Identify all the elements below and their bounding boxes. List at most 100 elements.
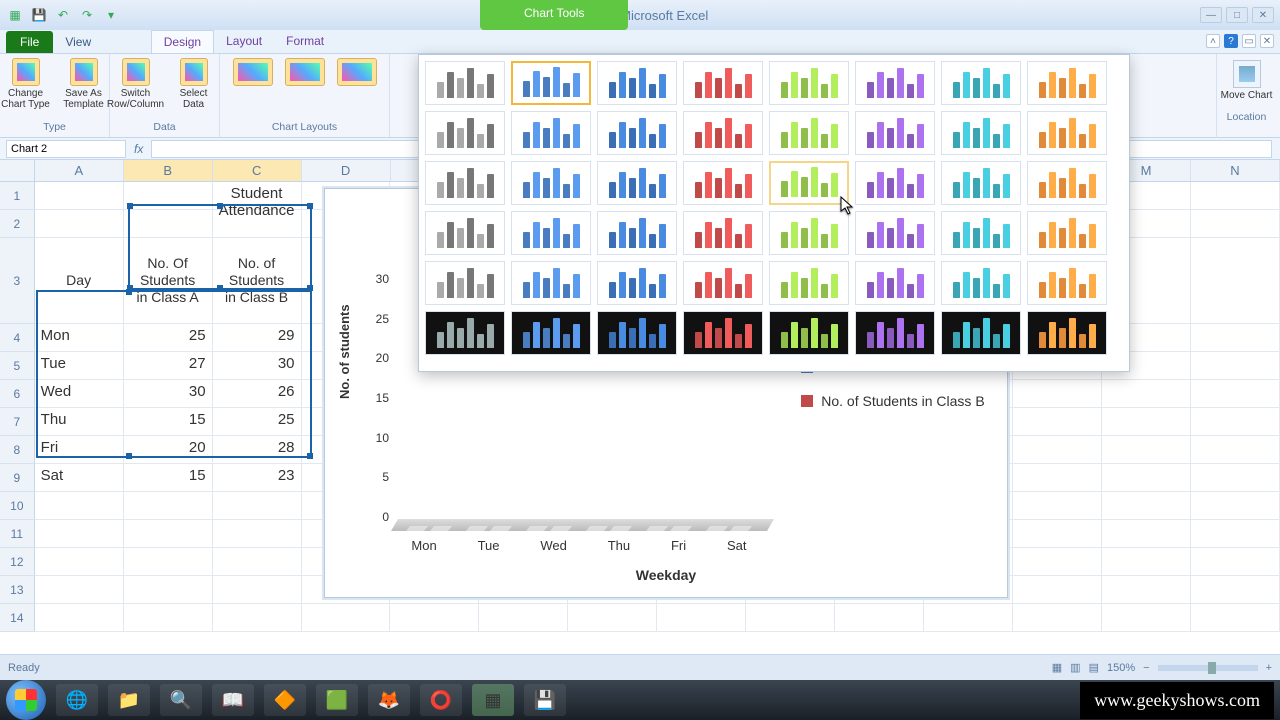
window-restore-icon[interactable]: ▭ bbox=[1242, 34, 1256, 48]
change-chart-type-button[interactable]: Change Chart Type bbox=[1, 58, 51, 110]
chart-style-thumb[interactable] bbox=[683, 161, 763, 205]
cell[interactable] bbox=[35, 210, 124, 238]
chart-style-thumb[interactable] bbox=[941, 161, 1021, 205]
row-header[interactable]: 9 bbox=[0, 464, 35, 492]
taskbar-firefox-icon[interactable]: 🦊 bbox=[368, 684, 410, 716]
close-button[interactable]: ✕ bbox=[1252, 7, 1274, 23]
move-chart-icon[interactable] bbox=[1233, 60, 1261, 88]
ribbon-minimize-icon[interactable]: ˄ bbox=[1206, 34, 1220, 48]
qat-dropdown-icon[interactable]: ▾ bbox=[102, 6, 120, 24]
view-page-break-icon[interactable]: ▤ bbox=[1089, 661, 1099, 674]
taskbar-ie-icon[interactable]: 🌐 bbox=[56, 684, 98, 716]
chart-style-thumb[interactable] bbox=[597, 211, 677, 255]
chart-style-thumb[interactable] bbox=[425, 311, 505, 355]
chart-layout-1[interactable] bbox=[231, 58, 275, 88]
chart-style-thumb[interactable] bbox=[855, 61, 935, 105]
column-header[interactable]: D bbox=[302, 160, 391, 181]
row-header[interactable]: 6 bbox=[0, 380, 35, 408]
undo-icon[interactable]: ↶ bbox=[54, 6, 72, 24]
start-button[interactable] bbox=[6, 680, 46, 720]
chart-style-thumb[interactable] bbox=[1027, 161, 1107, 205]
tab-design[interactable]: Design bbox=[151, 30, 214, 53]
row-header[interactable]: 13 bbox=[0, 576, 35, 604]
chart-style-thumb[interactable] bbox=[683, 261, 763, 305]
taskbar-vlc-icon[interactable]: 🔶 bbox=[264, 684, 306, 716]
chart-style-thumb[interactable] bbox=[511, 311, 591, 355]
select-data-button[interactable]: Select Data bbox=[169, 58, 219, 110]
chart-style-thumb[interactable] bbox=[1027, 111, 1107, 155]
chart-style-thumb[interactable] bbox=[425, 61, 505, 105]
chart-style-thumb[interactable] bbox=[941, 61, 1021, 105]
taskbar-excel-icon[interactable]: ▦ bbox=[472, 684, 514, 716]
chart-style-thumb[interactable] bbox=[425, 161, 505, 205]
column-header[interactable]: B bbox=[124, 160, 213, 181]
tab-file[interactable]: File bbox=[6, 31, 53, 53]
fx-icon[interactable]: fx bbox=[134, 142, 143, 156]
maximize-button[interactable]: □ bbox=[1226, 7, 1248, 23]
chart-style-thumb[interactable] bbox=[511, 261, 591, 305]
view-page-layout-icon[interactable]: ▥ bbox=[1070, 661, 1080, 674]
chart-style-thumb[interactable] bbox=[855, 311, 935, 355]
chart-style-thumb[interactable] bbox=[597, 111, 677, 155]
chart-style-thumb[interactable] bbox=[769, 311, 849, 355]
chart-style-thumb[interactable] bbox=[1027, 211, 1107, 255]
chart-style-thumb[interactable] bbox=[941, 261, 1021, 305]
taskbar-app-icon-4[interactable]: 💾 bbox=[524, 684, 566, 716]
chart-style-thumb[interactable] bbox=[1027, 261, 1107, 305]
chart-style-thumb[interactable] bbox=[941, 111, 1021, 155]
row-header[interactable]: 8 bbox=[0, 436, 35, 464]
chart-style-thumb[interactable] bbox=[769, 261, 849, 305]
taskbar-app-icon-1[interactable]: 🔍 bbox=[160, 684, 202, 716]
chart-styles-gallery[interactable] bbox=[418, 54, 1130, 372]
row-header[interactable]: 14 bbox=[0, 604, 35, 632]
cell[interactable]: 15 bbox=[124, 464, 213, 492]
zoom-level[interactable]: 150% bbox=[1107, 662, 1135, 674]
zoom-out-icon[interactable]: − bbox=[1143, 662, 1149, 674]
chart-style-thumb[interactable] bbox=[683, 61, 763, 105]
chart-style-thumb[interactable] bbox=[769, 161, 849, 205]
chart-style-thumb[interactable] bbox=[425, 211, 505, 255]
cell[interactable]: Sat bbox=[35, 464, 124, 492]
row-header[interactable]: 7 bbox=[0, 408, 35, 436]
chart-style-thumb[interactable] bbox=[769, 211, 849, 255]
taskbar-explorer-icon[interactable]: 📁 bbox=[108, 684, 150, 716]
chart-style-thumb[interactable] bbox=[597, 311, 677, 355]
chart-layout-2[interactable] bbox=[283, 58, 327, 88]
row-header[interactable]: 2 bbox=[0, 210, 35, 238]
row-header[interactable]: 12 bbox=[0, 548, 35, 576]
row-header[interactable]: 4 bbox=[0, 324, 35, 352]
chart-style-thumb[interactable] bbox=[511, 61, 591, 105]
chart-style-thumb[interactable] bbox=[597, 261, 677, 305]
cell[interactable] bbox=[35, 576, 124, 604]
save-as-template-button[interactable]: Save As Template bbox=[59, 58, 109, 110]
redo-icon[interactable]: ↷ bbox=[78, 6, 96, 24]
chart-style-thumb[interactable] bbox=[511, 161, 591, 205]
tab-format[interactable]: Format bbox=[274, 30, 336, 53]
chart-style-thumb[interactable] bbox=[597, 61, 677, 105]
chart-style-thumb[interactable] bbox=[1027, 311, 1107, 355]
chart-style-thumb[interactable] bbox=[855, 161, 935, 205]
cell[interactable] bbox=[35, 604, 124, 632]
chart-style-thumb[interactable] bbox=[683, 211, 763, 255]
zoom-slider[interactable] bbox=[1158, 665, 1258, 671]
cell[interactable]: 23 bbox=[213, 464, 302, 492]
row-header[interactable]: 5 bbox=[0, 352, 35, 380]
tab-layout[interactable]: Layout bbox=[214, 30, 274, 53]
save-icon[interactable]: 💾 bbox=[30, 6, 48, 24]
taskbar-app-icon-2[interactable]: 📖 bbox=[212, 684, 254, 716]
chart-style-thumb[interactable] bbox=[769, 61, 849, 105]
move-chart-button[interactable]: Move Chart bbox=[1217, 90, 1276, 101]
cell[interactable] bbox=[35, 548, 124, 576]
cell[interactable] bbox=[35, 492, 124, 520]
column-header[interactable]: N bbox=[1191, 160, 1280, 181]
tab-view[interactable]: View bbox=[53, 31, 144, 53]
chart-style-thumb[interactable] bbox=[941, 311, 1021, 355]
taskbar-chrome-icon[interactable]: ⭕ bbox=[420, 684, 462, 716]
chart-style-thumb[interactable] bbox=[855, 111, 935, 155]
chart-style-thumb[interactable] bbox=[597, 161, 677, 205]
minimize-button[interactable]: — bbox=[1200, 7, 1222, 23]
chart-style-thumb[interactable] bbox=[769, 111, 849, 155]
zoom-in-icon[interactable]: + bbox=[1266, 662, 1272, 674]
chart-style-thumb[interactable] bbox=[855, 261, 935, 305]
cell[interactable] bbox=[35, 182, 124, 210]
